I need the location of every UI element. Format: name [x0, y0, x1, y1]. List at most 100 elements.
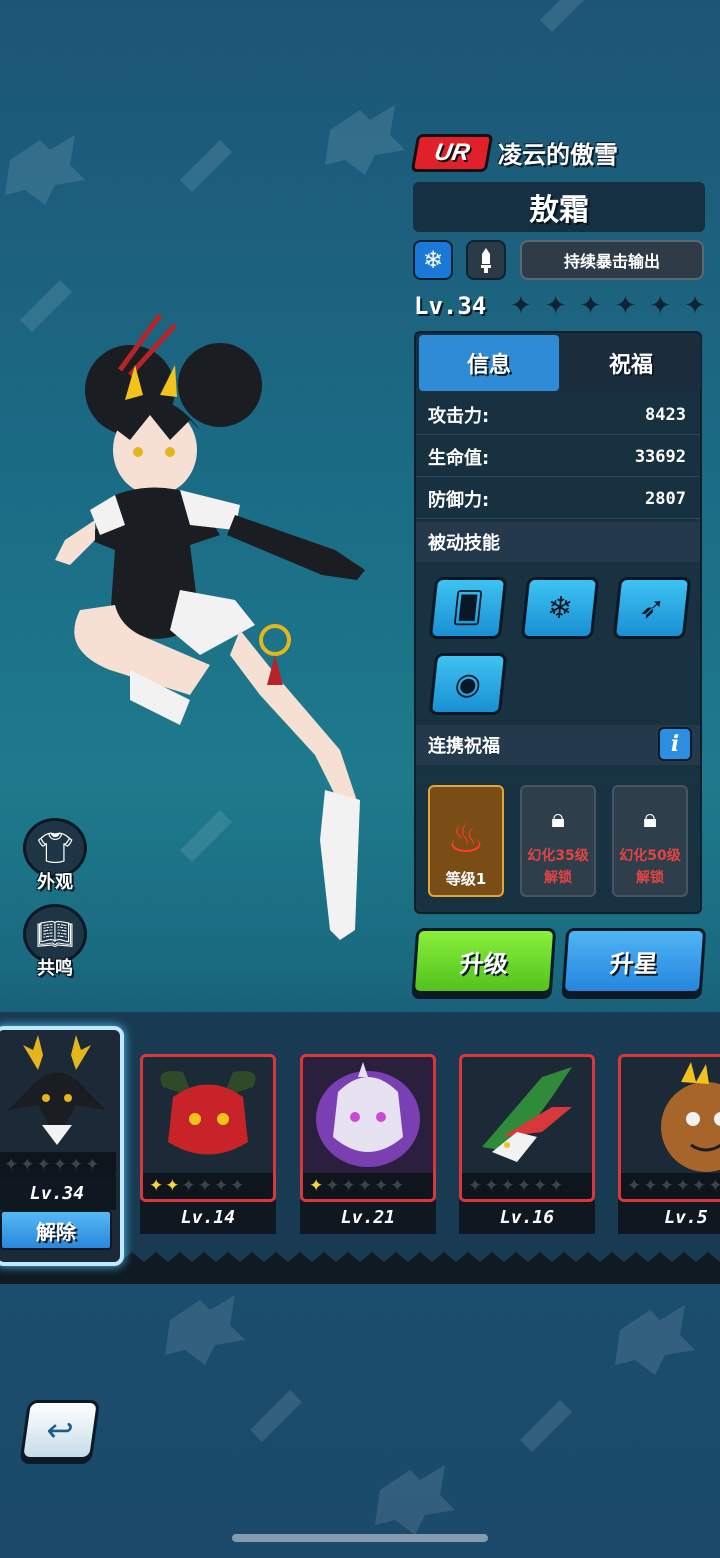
pet-art: [160, 1071, 256, 1155]
star-icon: ✦: [627, 1176, 642, 1196]
star-icon: ✦: [341, 1176, 356, 1196]
star-icon: ✦: [309, 1176, 324, 1196]
star-icon: ✦: [579, 291, 602, 321]
snowflake-icon[interactable]: ❄: [413, 240, 453, 280]
pet-star-row: ✦✦✦✦✦✦: [621, 1173, 720, 1199]
hero-star-row: ✦ ✦ ✦ ✦ ✦ ✦: [510, 290, 706, 322]
star-icon: ✦: [390, 1176, 405, 1196]
star-up-button[interactable]: 升星: [561, 928, 707, 994]
info-button[interactable]: i: [658, 727, 692, 761]
stat-label: 生命值:: [428, 447, 490, 469]
purple-ghost-icon: ✦ ✦ ✦ ✦ ✦ ✦: [300, 1054, 436, 1202]
star-icon: ✦: [692, 1176, 707, 1196]
star-icon: ✦: [325, 1176, 340, 1196]
stat-row-attack: 攻击力: 8423: [416, 395, 700, 435]
lock-icon: 🔒︎: [551, 804, 565, 834]
white-stag-icon: ✦ ✦ ✦ ✦ ✦ ✦: [0, 1030, 116, 1178]
pet-card[interactable]: ✦ ✦ ✦ ✦ ✦ ✦ Lv.16: [459, 1054, 595, 1234]
stat-label: 防御力:: [428, 489, 490, 511]
lock-icon: 🔒︎: [643, 804, 657, 834]
dagger-icon[interactable]: [466, 240, 506, 280]
hero-level: Lv.34: [414, 292, 487, 320]
star-icon: ✦: [643, 1176, 658, 1196]
pet-art: [661, 1062, 720, 1172]
star-icon: ✦: [4, 1155, 19, 1175]
combo-slot-locked[interactable]: 🔒︎ 幻化35级 解锁: [520, 785, 596, 897]
star-icon: ✦: [52, 1155, 67, 1175]
hero-title: 凌云的傲雪: [498, 140, 618, 169]
star-icon: ✦: [214, 1176, 229, 1196]
back-arrow-icon: ↩: [43, 1411, 77, 1449]
star-icon: ✦: [85, 1155, 100, 1175]
pet-level: Lv.16: [459, 1200, 595, 1234]
star-icon: ✦: [181, 1176, 196, 1196]
unlock-requirement: 幻化35级: [527, 848, 589, 864]
pet-art: [8, 1035, 106, 1145]
combo-slot-locked[interactable]: 🔒︎ 幻化50级 解锁: [612, 785, 688, 897]
star-icon: ✦: [708, 1176, 720, 1196]
star-icon: ✦: [69, 1155, 84, 1175]
upgrade-button[interactable]: 升级: [411, 928, 557, 994]
pet-level: Lv.14: [140, 1200, 276, 1234]
hero-info-panel: 信息 祝福 攻击力: 8423 生命值: 33692 防御力: 2807 被动技…: [414, 331, 702, 914]
star-icon: ✦: [197, 1176, 212, 1196]
release-button[interactable]: 解除: [0, 1210, 112, 1250]
stat-value: 8423: [645, 404, 686, 425]
stat-label: 攻击力:: [428, 405, 490, 427]
role-tag: 持续暴击输出: [520, 240, 704, 280]
star-icon: ✦: [20, 1155, 35, 1175]
back-button[interactable]: ↩: [19, 1400, 101, 1460]
passive-skills-header: 被动技能: [416, 522, 700, 562]
combo-slot-level: 等级1: [445, 870, 487, 888]
star-icon: ✦: [516, 1176, 531, 1196]
unlock-label: 解锁: [636, 870, 664, 886]
star-icon: ✦: [684, 291, 706, 321]
stat-row-hp: 生命值: 33692: [416, 437, 700, 477]
pet-star-row: ✦✦✦✦✦✦: [0, 1152, 116, 1178]
snowflakes-icon[interactable]: ❄: [520, 577, 600, 639]
star-icon: ✦: [614, 291, 637, 321]
card-snow-icon[interactable]: 🂠: [428, 577, 508, 639]
pet-card[interactable]: ✦ ✦ ✦ ✦ ✦ ✦ Lv.14: [140, 1054, 276, 1234]
star-icon: ✦: [649, 291, 672, 321]
star-icon: ✦: [36, 1155, 51, 1175]
fire-spirit-icon: ♨: [447, 813, 485, 862]
claw-slash-icon[interactable]: ➶: [612, 577, 692, 639]
pet-art: [316, 1062, 420, 1167]
pet-level: Lv.34: [0, 1176, 116, 1210]
pet-star-row: ✦✦✦✦✦✦: [303, 1173, 433, 1199]
star-icon: ✦: [500, 1176, 515, 1196]
dragon-crest-icon[interactable]: ◉: [428, 653, 508, 715]
star-icon: ✦: [549, 1176, 564, 1196]
star-icon: ✦: [468, 1176, 483, 1196]
unlock-requirement: 幻化50级: [619, 848, 681, 864]
resonance-label: 共鸣: [37, 958, 73, 979]
hero-name: 敖霜: [413, 182, 705, 232]
green-bird-icon: ✦ ✦ ✦ ✦ ✦ ✦: [459, 1054, 595, 1202]
tab-info[interactable]: 信息: [419, 335, 559, 391]
star-icon: ✦: [165, 1176, 180, 1196]
stat-value: 2807: [645, 488, 686, 509]
home-indicator[interactable]: [232, 1534, 488, 1542]
appearance-button[interactable]: 👕︎ 外观: [20, 818, 90, 898]
pet-star-row: ✦✦✦✦✦✦: [462, 1173, 592, 1199]
star-icon: ✦: [230, 1176, 245, 1196]
star-icon: ✦: [484, 1176, 499, 1196]
tab-bless[interactable]: 祝福: [561, 335, 701, 391]
rarity-badge: UR: [410, 134, 494, 172]
star-icon: ✦: [149, 1176, 164, 1196]
dagger-shape: [481, 248, 491, 273]
pet-card[interactable]: ✦✦✦✦✦✦ Lv.5: [618, 1054, 720, 1234]
resonance-button[interactable]: 📖︎ 共鸣: [20, 904, 90, 984]
unlock-label: 解锁: [544, 870, 572, 886]
pet-art: [482, 1067, 572, 1162]
pet-card[interactable]: ✦ ✦ ✦ ✦ ✦ ✦ Lv.21: [300, 1054, 436, 1234]
star-icon: ✦: [357, 1176, 372, 1196]
star-icon: ✦: [659, 1176, 674, 1196]
stat-row-defense: 防御力: 2807: [416, 479, 700, 519]
combo-slot-unlocked[interactable]: ♨ 等级1: [428, 785, 504, 897]
star-icon: ✦: [510, 291, 532, 321]
pet-level: Lv.21: [300, 1200, 436, 1234]
red-demon-icon: ✦ ✦ ✦ ✦ ✦ ✦: [140, 1054, 276, 1202]
pet-level: Lv.5: [618, 1200, 720, 1234]
